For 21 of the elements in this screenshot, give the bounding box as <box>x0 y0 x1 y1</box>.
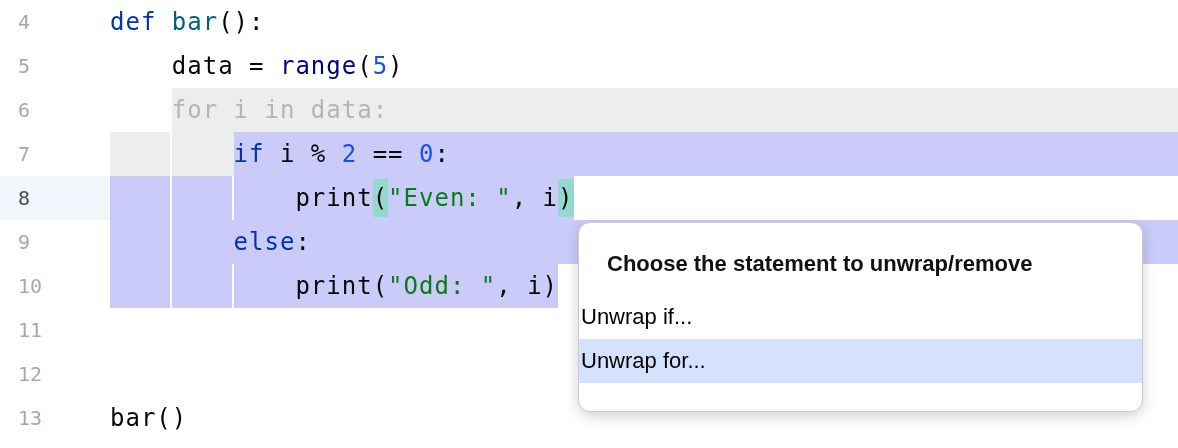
popup-menu-item[interactable]: Unwrap for... <box>579 339 1142 383</box>
popup-title: Choose the statement to unwrap/remove <box>606 250 1034 278</box>
line-number: 11 <box>18 318 43 342</box>
code-line: print("Even: ", i) <box>295 179 574 217</box>
line-number: 8 <box>18 186 31 210</box>
code-line: else: <box>233 227 311 258</box>
line-number: 6 <box>18 98 31 122</box>
line-number: 7 <box>18 142 31 166</box>
code-line: print("Odd: ", i) <box>295 271 559 302</box>
popup-menu-item[interactable]: Unwrap if... <box>579 295 1142 339</box>
line-number: 4 <box>18 10 31 34</box>
line-number: 13 <box>18 406 43 430</box>
code-line: if i % 2 == 0: <box>233 139 450 170</box>
line-number: 9 <box>18 230 31 254</box>
code-line: for i in data: <box>171 95 389 126</box>
line-number: 5 <box>18 54 31 78</box>
code-line: bar() <box>110 403 188 434</box>
line-number: 12 <box>18 362 43 386</box>
code-line: def bar(): <box>110 7 265 38</box>
code-line: data = range(5) <box>171 51 404 82</box>
line-number: 10 <box>18 274 43 298</box>
